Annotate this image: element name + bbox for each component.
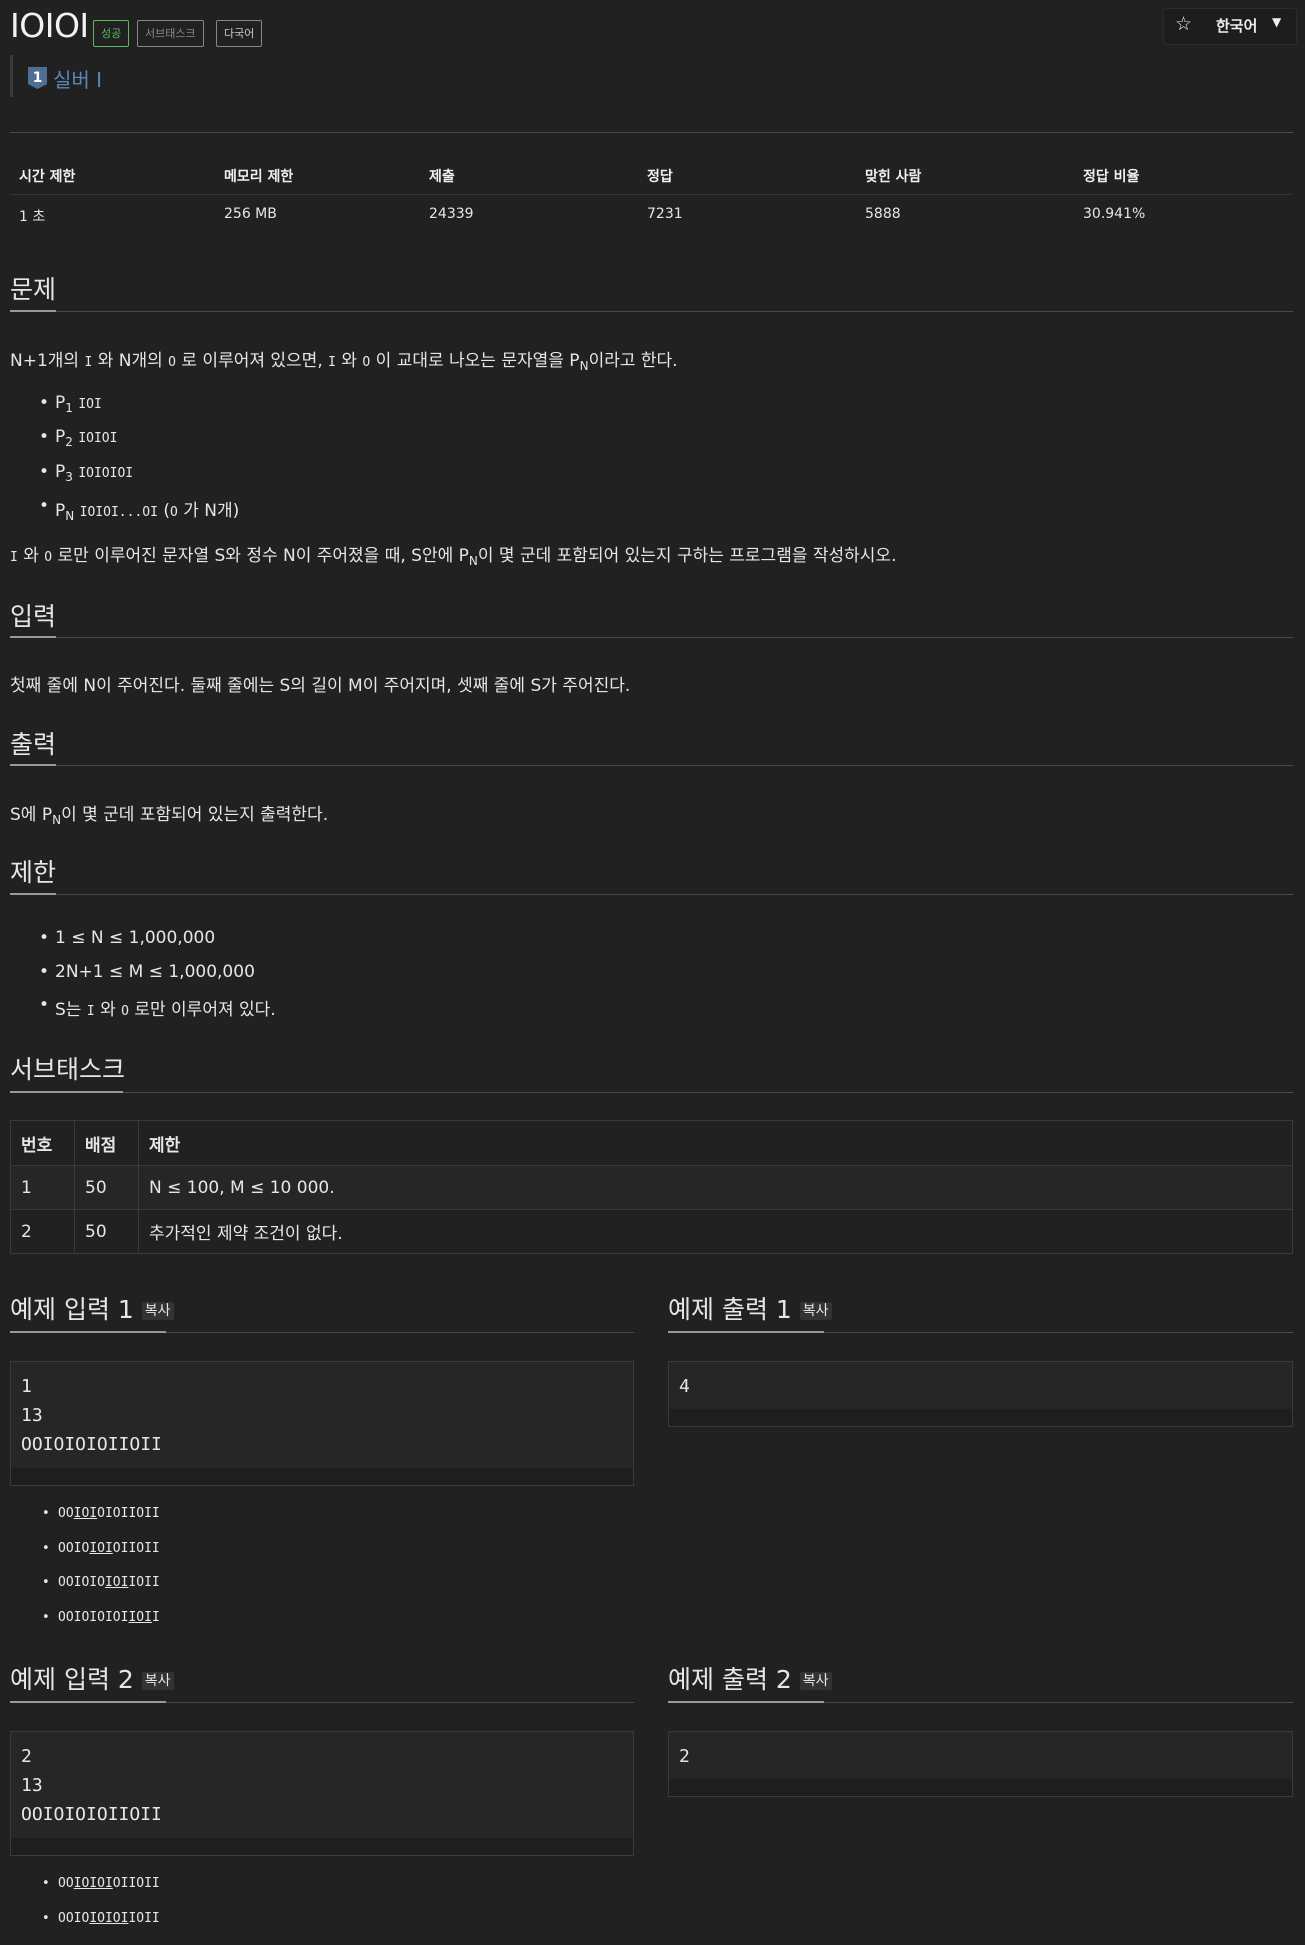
section-title-input: 입력 <box>10 602 57 631</box>
section-title-problem: 문제 <box>10 275 57 304</box>
limit-item: • 1 ≤ N ≤ 1,000,000 <box>39 928 216 948</box>
tier-border <box>10 55 13 97</box>
problem-question: I 와 O 로만 이루어진 문자열 S와 정수 N이 주어졌을 때, S안에 P… <box>10 546 897 568</box>
example-output-1-title: 예제 출력 1 복사 <box>668 1290 832 1326</box>
info-value-memory: 256 MB <box>224 206 277 222</box>
subtask-cell: 50 <box>74 1165 139 1210</box>
success-label[interactable]: 성공 <box>93 20 130 47</box>
explanation-item: • OOIOIOIOIIOII <box>42 1575 160 1590</box>
problem-item-p1: • P1 IOI <box>39 393 102 415</box>
info-row-divider <box>10 194 1293 195</box>
problem-item-p2: • P2 IOIOI <box>39 427 118 449</box>
example-input-2-box[interactable]: 2 13 OOIOIOIOIIOII <box>10 1731 634 1856</box>
info-header-solvers: 맞힌 사람 <box>865 169 922 185</box>
language-selector[interactable]: 한국어 <box>1216 15 1257 36</box>
problem-title: IOIOI <box>10 6 89 45</box>
example-input-2[interactable]: 2 13 OOIOIOIOIIOII <box>11 1732 633 1838</box>
section-underline <box>10 764 56 766</box>
section-underline <box>10 310 56 312</box>
star-icon[interactable]: ☆ <box>1175 13 1192 35</box>
example-output-2-title: 예제 출력 2 복사 <box>668 1660 832 1696</box>
problem-item-pn: • PN IOIOI...OI (O 가 N개) <box>39 496 240 523</box>
example-output-2-box[interactable]: 2 <box>668 1731 1293 1797</box>
example-input-1-box[interactable]: 1 13 OOIOIOIOIIOII <box>10 1361 634 1486</box>
explanation-item: • OOIOIOIOIIOII <box>42 1610 160 1625</box>
subtask-table: 번호 배점 제한 1 50 N ≤ 100, M ≤ 10 000. 2 50 … <box>10 1120 1293 1254</box>
divider <box>10 132 1293 133</box>
problem-intro: N+1개의 I 와 N개의 O 로 이루어져 있으면, I 와 O 이 교대로 … <box>10 351 678 373</box>
example-output-1[interactable]: 4 <box>669 1362 1292 1409</box>
limit-item: • S는 I 와 O 로만 이루어져 있다. <box>39 995 276 1020</box>
info-header-submit: 제출 <box>429 169 455 185</box>
subtask-header: 배점 <box>74 1120 139 1166</box>
subtask-header: 제한 <box>138 1120 1293 1166</box>
info-value-submit[interactable]: 24339 <box>429 206 474 222</box>
info-value-solvers[interactable]: 5888 <box>865 206 901 222</box>
section-title-subtask: 서브태스크 <box>10 1055 126 1084</box>
subtask-cell: 50 <box>74 1209 139 1254</box>
subtask-cell: 추가적인 제약 조건이 없다. <box>138 1209 1293 1254</box>
section-line <box>10 765 1293 766</box>
example-output-2[interactable]: 2 <box>669 1732 1292 1779</box>
tier-link[interactable]: 실버 I <box>53 64 102 93</box>
info-header-time: 시간 제한 <box>19 169 76 185</box>
subtask-cell: 1 <box>10 1165 75 1210</box>
subtask-header: 번호 <box>10 1120 75 1166</box>
tier-badge-icon: 1 <box>28 67 47 89</box>
section-title-limits: 제한 <box>10 858 57 887</box>
example-input-1-title: 예제 입력 1 복사 <box>10 1290 174 1326</box>
example-output-1-box[interactable]: 4 <box>668 1361 1293 1427</box>
explanation-item: • OOIOIOIOIIOII <box>42 1911 160 1926</box>
section-title-output: 출력 <box>10 730 57 759</box>
section-underline <box>668 1331 824 1333</box>
table-row: 1 50 N ≤ 100, M ≤ 10 000. <box>10 1165 1293 1210</box>
example-input-2-title: 예제 입력 2 복사 <box>10 1660 174 1696</box>
input-description: 첫째 줄에 N이 주어진다. 둘째 줄에는 S의 길이 M이 주어지며, 셋째 … <box>10 676 631 696</box>
info-value-ratio: 30.941% <box>1083 206 1146 222</box>
info-header-ratio: 정답 비율 <box>1083 169 1140 185</box>
explanation-item: • OOIOIOIOIIOII <box>42 1541 160 1556</box>
section-underline <box>10 1331 166 1333</box>
section-underline <box>10 1701 166 1703</box>
table-row: 2 50 추가적인 제약 조건이 없다. <box>10 1209 1293 1254</box>
info-value-time: 1 초 <box>19 209 46 225</box>
copy-button[interactable]: 복사 <box>799 1302 832 1320</box>
copy-button[interactable]: 복사 <box>799 1672 832 1690</box>
limit-item: • 2N+1 ≤ M ≤ 1,000,000 <box>39 962 255 982</box>
section-line <box>10 1092 1293 1093</box>
example-input-1[interactable]: 1 13 OOIOIOIOIIOII <box>11 1362 633 1468</box>
section-line <box>10 894 1293 895</box>
section-line <box>10 637 1293 638</box>
explanation-item: • OOIOIOIOIIOII <box>42 1876 160 1891</box>
multilang-label[interactable]: 다국어 <box>216 20 263 47</box>
explanation-item: • OOIOIOIOIIOII <box>42 1506 160 1521</box>
info-header-memory: 메모리 제한 <box>224 169 294 185</box>
info-value-accepted[interactable]: 7231 <box>647 206 683 222</box>
caret-down-icon[interactable]: ▼ <box>1272 15 1281 29</box>
subtask-label[interactable]: 서브태스크 <box>137 20 204 47</box>
section-line <box>10 311 1293 312</box>
section-underline <box>10 636 56 638</box>
problem-item-p3: • P3 IOIOIOI <box>39 462 134 484</box>
subtask-cell: 2 <box>10 1209 75 1254</box>
copy-button[interactable]: 복사 <box>141 1302 174 1320</box>
section-underline <box>668 1701 824 1703</box>
info-header-accepted: 정답 <box>647 169 673 185</box>
copy-button[interactable]: 복사 <box>141 1672 174 1690</box>
subtask-cell: N ≤ 100, M ≤ 10 000. <box>138 1165 1293 1210</box>
section-underline <box>10 893 56 895</box>
section-underline <box>10 1091 123 1093</box>
output-description: S에 PN이 몇 군데 포함되어 있는지 출력한다. <box>10 805 329 827</box>
